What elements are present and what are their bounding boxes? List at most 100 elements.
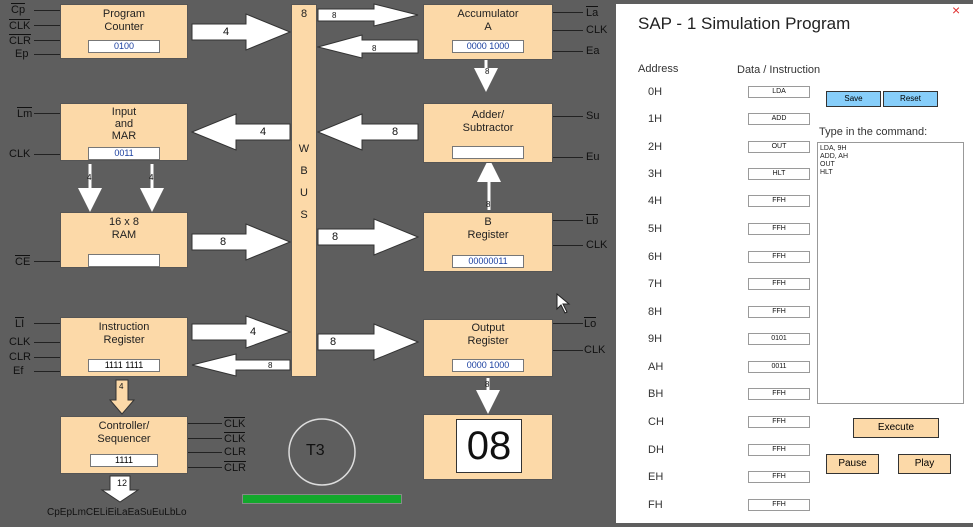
memory-cell-input[interactable]: FFH bbox=[748, 306, 810, 318]
ir-value: 1111 1111 bbox=[88, 359, 160, 372]
memory-cell-input[interactable]: 0101 bbox=[748, 333, 810, 345]
acc-signal: Ea bbox=[586, 45, 600, 57]
progress-bar bbox=[242, 494, 402, 504]
address-label: DH bbox=[648, 444, 664, 456]
address-label: 2H bbox=[648, 141, 663, 153]
addsub-signal: Su bbox=[586, 110, 600, 122]
address-label: 0H bbox=[648, 86, 663, 98]
bus-width-label: 8 bbox=[300, 8, 308, 20]
memory-cell-input[interactable]: FFH bbox=[748, 388, 810, 400]
ir-title: Instruction Register bbox=[98, 321, 150, 346]
mar-down-label: 4 bbox=[149, 173, 154, 182]
memory-cell-input[interactable]: OUT bbox=[748, 141, 810, 153]
memory-cell-input[interactable]: 0011 bbox=[748, 361, 810, 373]
acc-out-label: 8 bbox=[372, 44, 377, 53]
bus-letter: U bbox=[300, 187, 308, 199]
ir-out-label: 8 bbox=[268, 361, 273, 370]
ir-in-label: 4 bbox=[250, 326, 257, 338]
out-signal: Lo bbox=[584, 317, 597, 330]
ctrl-signal: CLR bbox=[224, 446, 247, 458]
ram-bus-arrow bbox=[191, 223, 292, 261]
acc-down-label: 8 bbox=[485, 67, 490, 76]
breg-signal: Lb bbox=[586, 214, 599, 227]
mar-value: 0011 bbox=[88, 147, 160, 160]
out-signal: CLK bbox=[584, 344, 606, 356]
addsub-arrow-label: 8 bbox=[392, 126, 399, 138]
acc-in-label: 8 bbox=[332, 11, 337, 20]
memory-cell-input[interactable]: LDA bbox=[748, 86, 810, 98]
pc-signal: CLR bbox=[9, 34, 32, 47]
close-icon[interactable]: × bbox=[952, 2, 960, 18]
address-label: 3H bbox=[648, 168, 663, 180]
out-value: 0000 1000 bbox=[452, 359, 524, 372]
memory-cell-input[interactable]: HLT bbox=[748, 168, 810, 180]
pc-signal: Cp bbox=[11, 3, 26, 16]
memory-cell-input[interactable]: FFH bbox=[748, 278, 810, 290]
data-header: Data / Instruction bbox=[737, 64, 821, 76]
breg-arrow-label: 8 bbox=[332, 231, 339, 243]
memory-cell-input[interactable]: FFH bbox=[748, 499, 810, 511]
ctrl-title: Controller/ Sequencer bbox=[97, 420, 151, 445]
memory-cell-input[interactable]: FFH bbox=[748, 195, 810, 207]
memory-cell-input[interactable]: FFH bbox=[748, 251, 810, 263]
command-label: Type in the command: bbox=[819, 126, 928, 138]
pc-signal: Ep bbox=[15, 48, 29, 60]
memory-cell-input[interactable]: FFH bbox=[748, 223, 810, 235]
bus-letter: S bbox=[300, 209, 308, 221]
progress-fill bbox=[243, 495, 401, 503]
addsub-signal: Eu bbox=[586, 151, 600, 163]
ram-arrow-label: 8 bbox=[220, 236, 227, 248]
addsub-title: Adder/ Subtractor bbox=[462, 109, 514, 134]
control-signals-text: CpEpLmCELiEiLaEaSuEuLbLo bbox=[47, 507, 187, 518]
ctrl-value: 1111 bbox=[90, 454, 158, 467]
address-label: BH bbox=[648, 388, 664, 400]
memory-cell-input[interactable]: ADD bbox=[748, 113, 810, 125]
acc-signal: CLK bbox=[586, 24, 608, 36]
ram-signal: CE bbox=[15, 255, 31, 268]
memory-cell-input[interactable]: FFH bbox=[748, 416, 810, 428]
pc-value: 0100 bbox=[88, 40, 160, 53]
address-label: 8H bbox=[648, 306, 663, 318]
acc-bus-arrow bbox=[316, 34, 419, 59]
ir-signal: CLR bbox=[9, 351, 32, 363]
ir-bus-arrow bbox=[191, 315, 292, 349]
pause-button[interactable]: Pause bbox=[826, 454, 879, 474]
ctrl-signal: CLK bbox=[224, 432, 246, 445]
pc-title: Program Counter bbox=[102, 8, 146, 33]
mouse-cursor-icon bbox=[556, 292, 571, 314]
ram-title: 16 x 8 RAM bbox=[109, 216, 139, 241]
out-title: Output Register bbox=[467, 322, 509, 347]
mar-arrow-label: 4 bbox=[260, 126, 267, 138]
address-label: 1H bbox=[648, 113, 663, 125]
memory-cell-input[interactable]: FFH bbox=[748, 471, 810, 483]
ir-signal: Ef bbox=[13, 365, 24, 377]
seven-segment-display: 08 bbox=[456, 419, 522, 473]
ram-value bbox=[88, 254, 160, 267]
mar-title: Input and MAR bbox=[111, 106, 137, 142]
play-button[interactable]: Play bbox=[898, 454, 951, 474]
w-bus: 8 W B U S bbox=[291, 4, 317, 377]
address-label: 7H bbox=[648, 278, 663, 290]
panel-title: SAP - 1 Simulation Program bbox=[638, 14, 851, 33]
save-button[interactable]: Save bbox=[826, 91, 881, 107]
memory-cell-input[interactable]: FFH bbox=[748, 444, 810, 456]
ir-down-label: 4 bbox=[119, 382, 124, 391]
simulation-panel: × SAP - 1 Simulation Program Address Dat… bbox=[616, 2, 973, 523]
command-textarea[interactable]: LDA, 9H ADD, AH OUT HLT bbox=[817, 142, 964, 404]
out-arrow-label: 8 bbox=[330, 336, 337, 348]
ctrl-signal: CLR bbox=[224, 461, 247, 474]
acc-title: Accumulator A bbox=[457, 8, 519, 33]
breg-up-label: 8 bbox=[486, 200, 491, 209]
acc-signal: La bbox=[586, 6, 599, 19]
clock-state: T3 bbox=[306, 442, 325, 459]
pc-arrow-label: 4 bbox=[223, 26, 230, 38]
address-header: Address bbox=[638, 63, 679, 75]
pc-bus-arrow bbox=[191, 13, 292, 51]
ir-signal: CLK bbox=[9, 336, 31, 348]
breg-value: 00000011 bbox=[452, 255, 524, 268]
mar-down-label: 4 bbox=[87, 173, 92, 182]
address-label: 5H bbox=[648, 223, 663, 235]
reset-button[interactable]: Reset bbox=[883, 91, 938, 107]
execute-button[interactable]: Execute bbox=[853, 418, 939, 438]
pc-signal: CLK bbox=[9, 19, 31, 32]
